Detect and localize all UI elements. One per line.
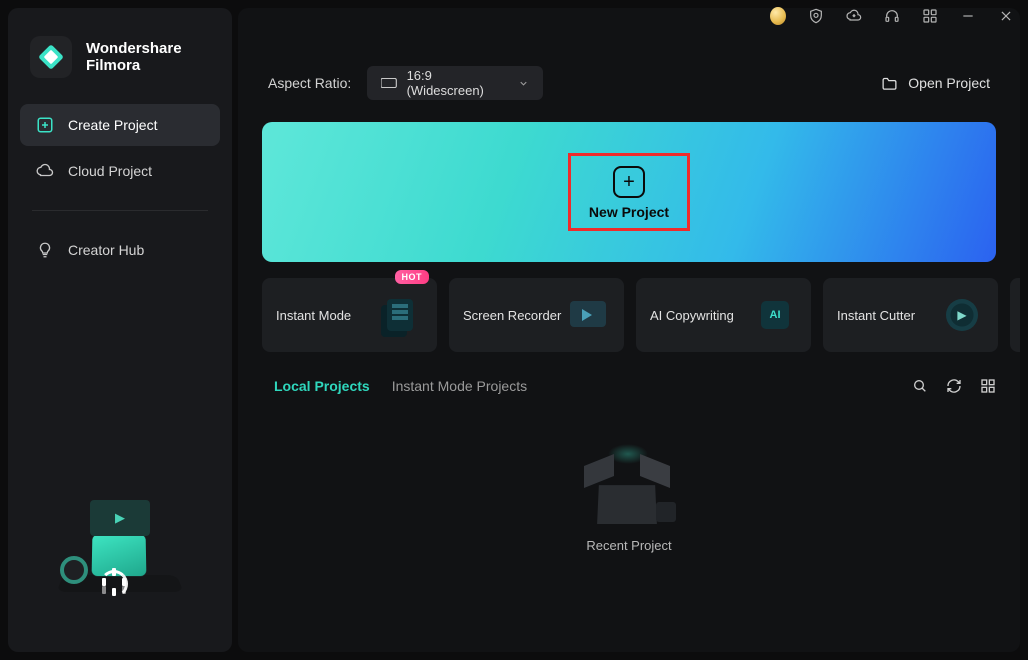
tab-instant-mode-projects[interactable]: Instant Mode Projects [392,378,527,394]
ai-copywriting-icon [753,295,797,335]
screen-recorder-icon [566,295,610,335]
chevron-right-icon [1017,309,1020,321]
folder-icon [881,76,898,91]
sidebar-item-cloud-project[interactable]: Cloud Project [20,150,220,192]
divider [32,210,208,211]
recent-project-label: Recent Project [586,538,671,553]
main-panel: Aspect Ratio: 16:9 (Widescreen) Open Pro… [238,8,1020,652]
cards-next-button[interactable] [1010,278,1020,352]
plus-square-icon [36,116,54,134]
card-label: Instant Mode [276,308,351,323]
open-project-label: Open Project [908,75,990,91]
apps-icon[interactable] [922,8,938,24]
new-project-highlight: + New Project [568,153,690,231]
card-label: Screen Recorder [463,308,561,323]
card-label: Instant Cutter [837,308,915,323]
new-project-label: New Project [589,204,669,220]
chevron-down-icon [518,78,529,89]
card-ai-copywriting[interactable]: AI Copywriting [636,278,811,352]
brand-logo-block: Wondershare Filmora [30,36,214,78]
sidebar-item-creator-hub[interactable]: Creator Hub [20,229,220,271]
card-instant-mode[interactable]: Instant Mode HOT [262,278,437,352]
recent-projects-empty: Recent Project [262,454,996,553]
aspect-ratio-label: Aspect Ratio: [268,75,351,91]
cloud-sync-icon[interactable] [846,8,862,24]
open-project-button[interactable]: Open Project [875,69,996,97]
projects-tab-row: Local Projects Instant Mode Projects [274,378,996,394]
widescreen-icon [381,78,396,88]
sidebar-item-label: Create Project [68,117,157,133]
shield-icon[interactable] [808,8,824,24]
feature-cards-row: Instant Mode HOT Screen Recorder AI Copy… [262,278,996,352]
minimize-icon[interactable] [960,8,976,24]
bulb-icon [36,241,54,259]
app-logo-icon [30,36,72,78]
hot-badge: HOT [395,270,430,284]
sidebar-item-label: Cloud Project [68,163,152,179]
aspect-ratio-select[interactable]: 16:9 (Widescreen) [367,66,543,100]
instant-mode-icon [379,295,423,335]
titlebar [770,8,1014,24]
brand-title-bottom: Filmora [86,57,182,74]
instant-cutter-icon [940,295,984,335]
sidebar-item-label: Creator Hub [68,242,144,258]
sidebar: Wondershare Filmora Create Project Cloud… [8,8,232,652]
headset-icon[interactable] [884,8,900,24]
card-instant-cutter[interactable]: Instant Cutter [823,278,998,352]
grid-view-icon[interactable] [980,378,996,394]
cloud-icon [36,162,54,180]
search-icon[interactable] [912,378,928,394]
empty-box-icon [586,454,672,524]
coin-icon[interactable] [770,8,786,24]
card-label: AI Copywriting [650,308,734,323]
sidebar-item-create-project[interactable]: Create Project [20,104,220,146]
tab-local-projects[interactable]: Local Projects [274,378,370,394]
sidebar-illustration [50,462,190,602]
card-screen-recorder[interactable]: Screen Recorder [449,278,624,352]
close-icon[interactable] [998,8,1014,24]
plus-icon: + [613,166,645,198]
loading-spinner-icon [100,570,128,598]
brand-title-top: Wondershare [86,40,182,57]
refresh-icon[interactable] [946,378,962,394]
new-project-hero[interactable]: + New Project [262,122,996,262]
aspect-ratio-value: 16:9 (Widescreen) [407,68,509,98]
